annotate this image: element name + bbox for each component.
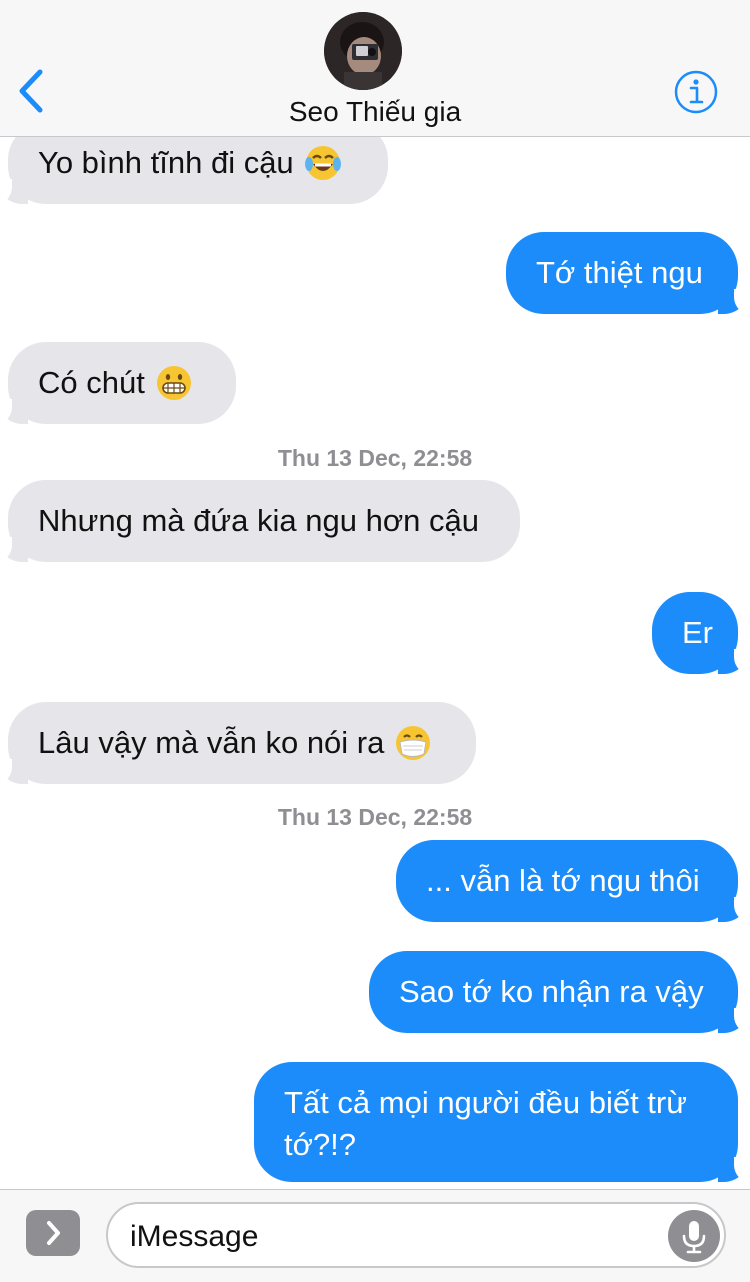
timestamp: Thu 13 Dec, 22:58: [277, 804, 473, 830]
message-bubble-incoming[interactable]: Lâu vậy mà vẫn ko nói ra: [0, 702, 476, 785]
message-bubble-outgoing[interactable]: Sao tớ ko nhận ra vậy: [369, 951, 750, 1034]
tears-of-joy-emoji: [304, 146, 341, 180]
message-bubble-outgoing[interactable]: Tớ thiệt ngu: [506, 232, 750, 315]
message-text: Nhưng mà đứa kia ngu hơn cậu: [38, 503, 479, 538]
microphone-icon: [682, 1221, 706, 1254]
message-text: ... vẫn là tớ ngu thôi: [426, 863, 700, 898]
composer-bar: [0, 1189, 750, 1282]
bubble-tail: [0, 537, 28, 563]
bubble-tail: [718, 649, 750, 675]
bubble-tail: [718, 289, 750, 315]
message-field[interactable]: [106, 1202, 726, 1268]
message-text: Sao tớ ko nhận ra vậy: [399, 974, 704, 1009]
bubble-tail: [0, 179, 28, 205]
bubble-tail: [718, 1157, 750, 1183]
grimacing-emoji: [156, 366, 191, 400]
chevron-right-icon: [47, 1221, 60, 1245]
bubble-tail: [0, 759, 28, 785]
message-bubble-incoming[interactable]: Nhưng mà đứa kia ngu hơn cậu: [0, 480, 520, 563]
face-with-mask-emoji: [396, 726, 431, 760]
contact-name[interactable]: Seo Thiếu gia: [0, 96, 750, 128]
message-text: Tất cả mọi người đều biết trừ tớ?!?: [284, 1085, 687, 1162]
message-text: Er: [682, 615, 713, 650]
message-bubble-outgoing[interactable]: ... vẫn là tớ ngu thôi: [396, 840, 750, 923]
info-button[interactable]: [673, 69, 719, 115]
bubble-tail: [0, 399, 28, 425]
message-input[interactable]: [128, 1216, 652, 1258]
timestamp: Thu 13 Dec, 22:58: [277, 445, 473, 471]
avatar-photo: [324, 12, 402, 90]
message-text: Có chút: [38, 365, 145, 400]
apps-button[interactable]: [26, 1210, 80, 1256]
bubble-tail: [718, 897, 750, 923]
message-text: Tớ thiệt ngu: [536, 255, 703, 290]
microphone-button[interactable]: [668, 1210, 720, 1262]
bubble-tail: [718, 1008, 750, 1034]
conversation-header: Seo Thiếu gia: [0, 0, 750, 137]
message-bubble-outgoing[interactable]: Er: [652, 592, 750, 675]
message-bubble-outgoing[interactable]: Tất cả mọi người đều biết trừ tớ?!?: [254, 1062, 750, 1183]
avatar[interactable]: [324, 12, 402, 90]
message-bubble-incoming[interactable]: Có chút: [0, 342, 236, 425]
info-icon: [674, 70, 718, 114]
message-text: Yo bình tĩnh đi cậu: [38, 145, 294, 180]
message-text: Lâu vậy mà vẫn ko nói ra: [38, 725, 385, 760]
